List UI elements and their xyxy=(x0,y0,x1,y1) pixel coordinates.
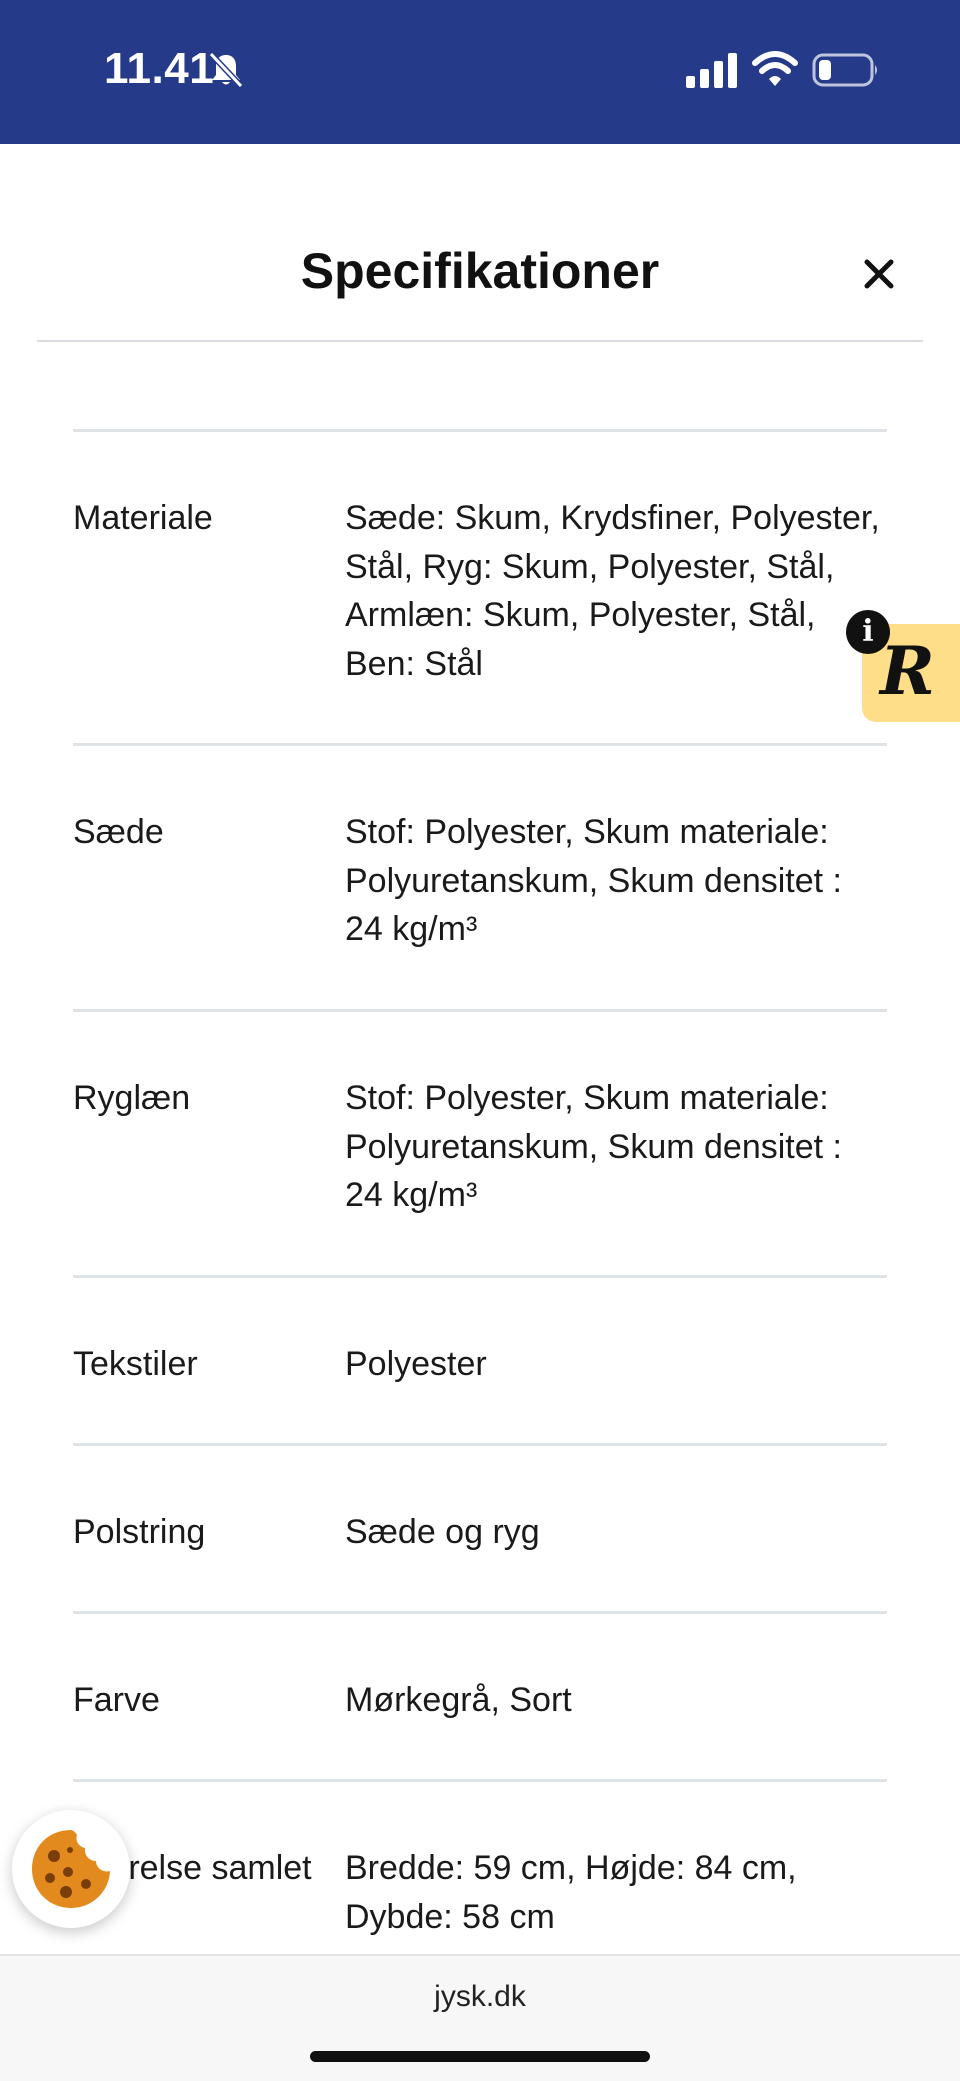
wifi-icon xyxy=(752,51,798,86)
status-bar: 11.41 xyxy=(0,0,960,144)
spec-value: Mørkegrå, Sort xyxy=(345,1681,572,1719)
spec-value: Stof: Polyester, Skum materiale: Polyure… xyxy=(345,813,843,948)
spec-label: Ryglæn xyxy=(73,1079,191,1117)
spec-value: Polyester xyxy=(345,1345,487,1383)
cookie-settings-button[interactable] xyxy=(12,1810,130,1928)
spec-label: Tekstiler xyxy=(73,1345,198,1383)
spec-value: Stof: Polyester, Skum materiale: Polyure… xyxy=(345,1079,843,1214)
spec-row-polstring: Polstring Sæde og ryg xyxy=(73,1443,887,1613)
spec-value: Sæde og ryg xyxy=(345,1513,540,1551)
spec-row-ryglaen: Ryglæn Stof: Polyester, Skum materiale: … xyxy=(73,1009,887,1277)
signal-icon xyxy=(686,53,737,88)
spec-label: rrelse samlet xyxy=(117,1849,312,1887)
info-icon[interactable]: i xyxy=(846,610,890,654)
spec-row-farve: Farve Mørkegrå, Sort xyxy=(73,1611,887,1781)
page-title: Specifikationer xyxy=(300,243,660,299)
spec-row-tekstiler: Tekstiler Polyester xyxy=(73,1275,887,1445)
spec-value: Sæde: Skum, Krydsfiner, Polyester, Stål,… xyxy=(345,499,880,683)
cookie-icon xyxy=(32,1830,110,1908)
app-screen: 11.41 Specifikationer Materiale Sæde: Sk… xyxy=(0,0,960,2081)
sheet-header: Specifikationer xyxy=(37,144,923,342)
status-time: 11.41 xyxy=(104,44,215,93)
spec-label: Polstring xyxy=(73,1513,206,1551)
home-indicator[interactable] xyxy=(310,2051,650,2062)
r-logo-icon: R xyxy=(880,632,935,710)
spec-value: Bredde: 59 cm, Højde: 84 cm, Dybde: 58 c… xyxy=(345,1849,797,1936)
url-text[interactable]: jysk.dk xyxy=(0,1980,960,2014)
spec-row-stoerrelse-samlet: rrelse samlet Bredde: 59 cm, Højde: 84 c… xyxy=(73,1779,887,1962)
close-icon[interactable] xyxy=(857,252,901,296)
spec-label: Farve xyxy=(73,1681,160,1719)
spec-row-saede: Sæde Stof: Polyester, Skum materiale: Po… xyxy=(73,743,887,1011)
bell-muted-icon xyxy=(208,51,244,89)
spec-label: Materiale xyxy=(73,499,213,537)
battery-icon xyxy=(812,53,877,87)
spec-row-materiale: Materiale Sæde: Skum, Krydsfiner, Polyes… xyxy=(73,429,887,745)
spec-label: Sæde xyxy=(73,813,164,851)
